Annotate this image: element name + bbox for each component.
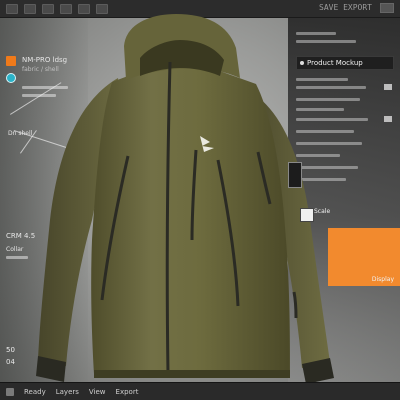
radio-icon xyxy=(300,61,304,65)
toolbar-button[interactable] xyxy=(6,3,18,14)
hood-inner xyxy=(140,40,224,76)
orange-marker-icon[interactable] xyxy=(6,56,16,66)
left-annotation-panel: NM-PRO ldsg fabric / shell Dn shell CRM … xyxy=(0,18,88,382)
toolbar-button[interactable] xyxy=(96,3,108,14)
status-item[interactable]: Export xyxy=(116,388,139,396)
info-icon[interactable] xyxy=(6,73,16,83)
arm-zipper xyxy=(256,151,272,205)
center-zipper xyxy=(165,61,172,375)
toolbar-button[interactable] xyxy=(60,3,72,14)
property-row[interactable] xyxy=(296,32,336,35)
close-icon[interactable] xyxy=(380,3,394,13)
property-row[interactable] xyxy=(296,40,356,43)
color-swatch[interactable] xyxy=(384,116,392,122)
left-label-sub: fabric / shell xyxy=(22,66,59,73)
property-row[interactable] xyxy=(296,98,360,101)
property-row[interactable] xyxy=(296,118,368,121)
property-row[interactable] xyxy=(296,130,354,133)
top-toolbar: SAVE EXPORT xyxy=(0,0,400,18)
toolbar-button[interactable] xyxy=(24,3,36,14)
property-row[interactable] xyxy=(296,142,362,145)
toolbar-button[interactable] xyxy=(78,3,90,14)
right-properties-panel: Product Mockup Scale Display xyxy=(288,18,400,382)
scale-label: Scale xyxy=(314,208,331,215)
property-row[interactable] xyxy=(296,166,358,169)
left-annotation-2: CRM 4.5 xyxy=(6,232,36,240)
jacket-hood xyxy=(124,14,240,80)
bottom-status-bar: Ready Layers View Export xyxy=(0,382,400,400)
property-row[interactable] xyxy=(296,178,346,181)
status-item[interactable]: View xyxy=(89,388,106,396)
status-item[interactable]: Layers xyxy=(56,388,79,396)
status-item[interactable]: Ready xyxy=(24,388,46,396)
left-text-line xyxy=(22,86,68,89)
window-title: SAVE EXPORT xyxy=(319,3,372,12)
left-bottom-value-2: 04 xyxy=(6,358,15,366)
property-row[interactable] xyxy=(296,154,340,157)
left-pocket-zipper xyxy=(100,155,130,301)
panel-header[interactable]: Product Mockup xyxy=(296,56,394,70)
right-pocket-zipper xyxy=(216,159,240,307)
chest-zipper xyxy=(190,149,198,241)
property-row[interactable] xyxy=(296,108,344,111)
property-row[interactable] xyxy=(296,86,366,89)
callout-marker[interactable] xyxy=(288,162,302,188)
color-swatch[interactable] xyxy=(384,84,392,90)
callout-chip[interactable] xyxy=(300,208,314,222)
left-annotation-1: Dn shell xyxy=(8,130,33,137)
jacket-body xyxy=(91,64,290,374)
left-label-main: NM-PRO ldsg xyxy=(22,56,68,64)
brand-logo-icon xyxy=(200,136,214,152)
left-bottom-value: 50 xyxy=(6,346,15,354)
display-label: Display xyxy=(371,276,394,283)
panel-header-label: Product Mockup xyxy=(307,59,363,67)
status-icon xyxy=(6,387,14,396)
left-annotation-3: Collar xyxy=(6,246,24,253)
left-text-line xyxy=(6,256,28,259)
property-row[interactable] xyxy=(296,78,348,81)
jacket-hem xyxy=(94,370,290,378)
toolbar-button[interactable] xyxy=(42,3,54,14)
